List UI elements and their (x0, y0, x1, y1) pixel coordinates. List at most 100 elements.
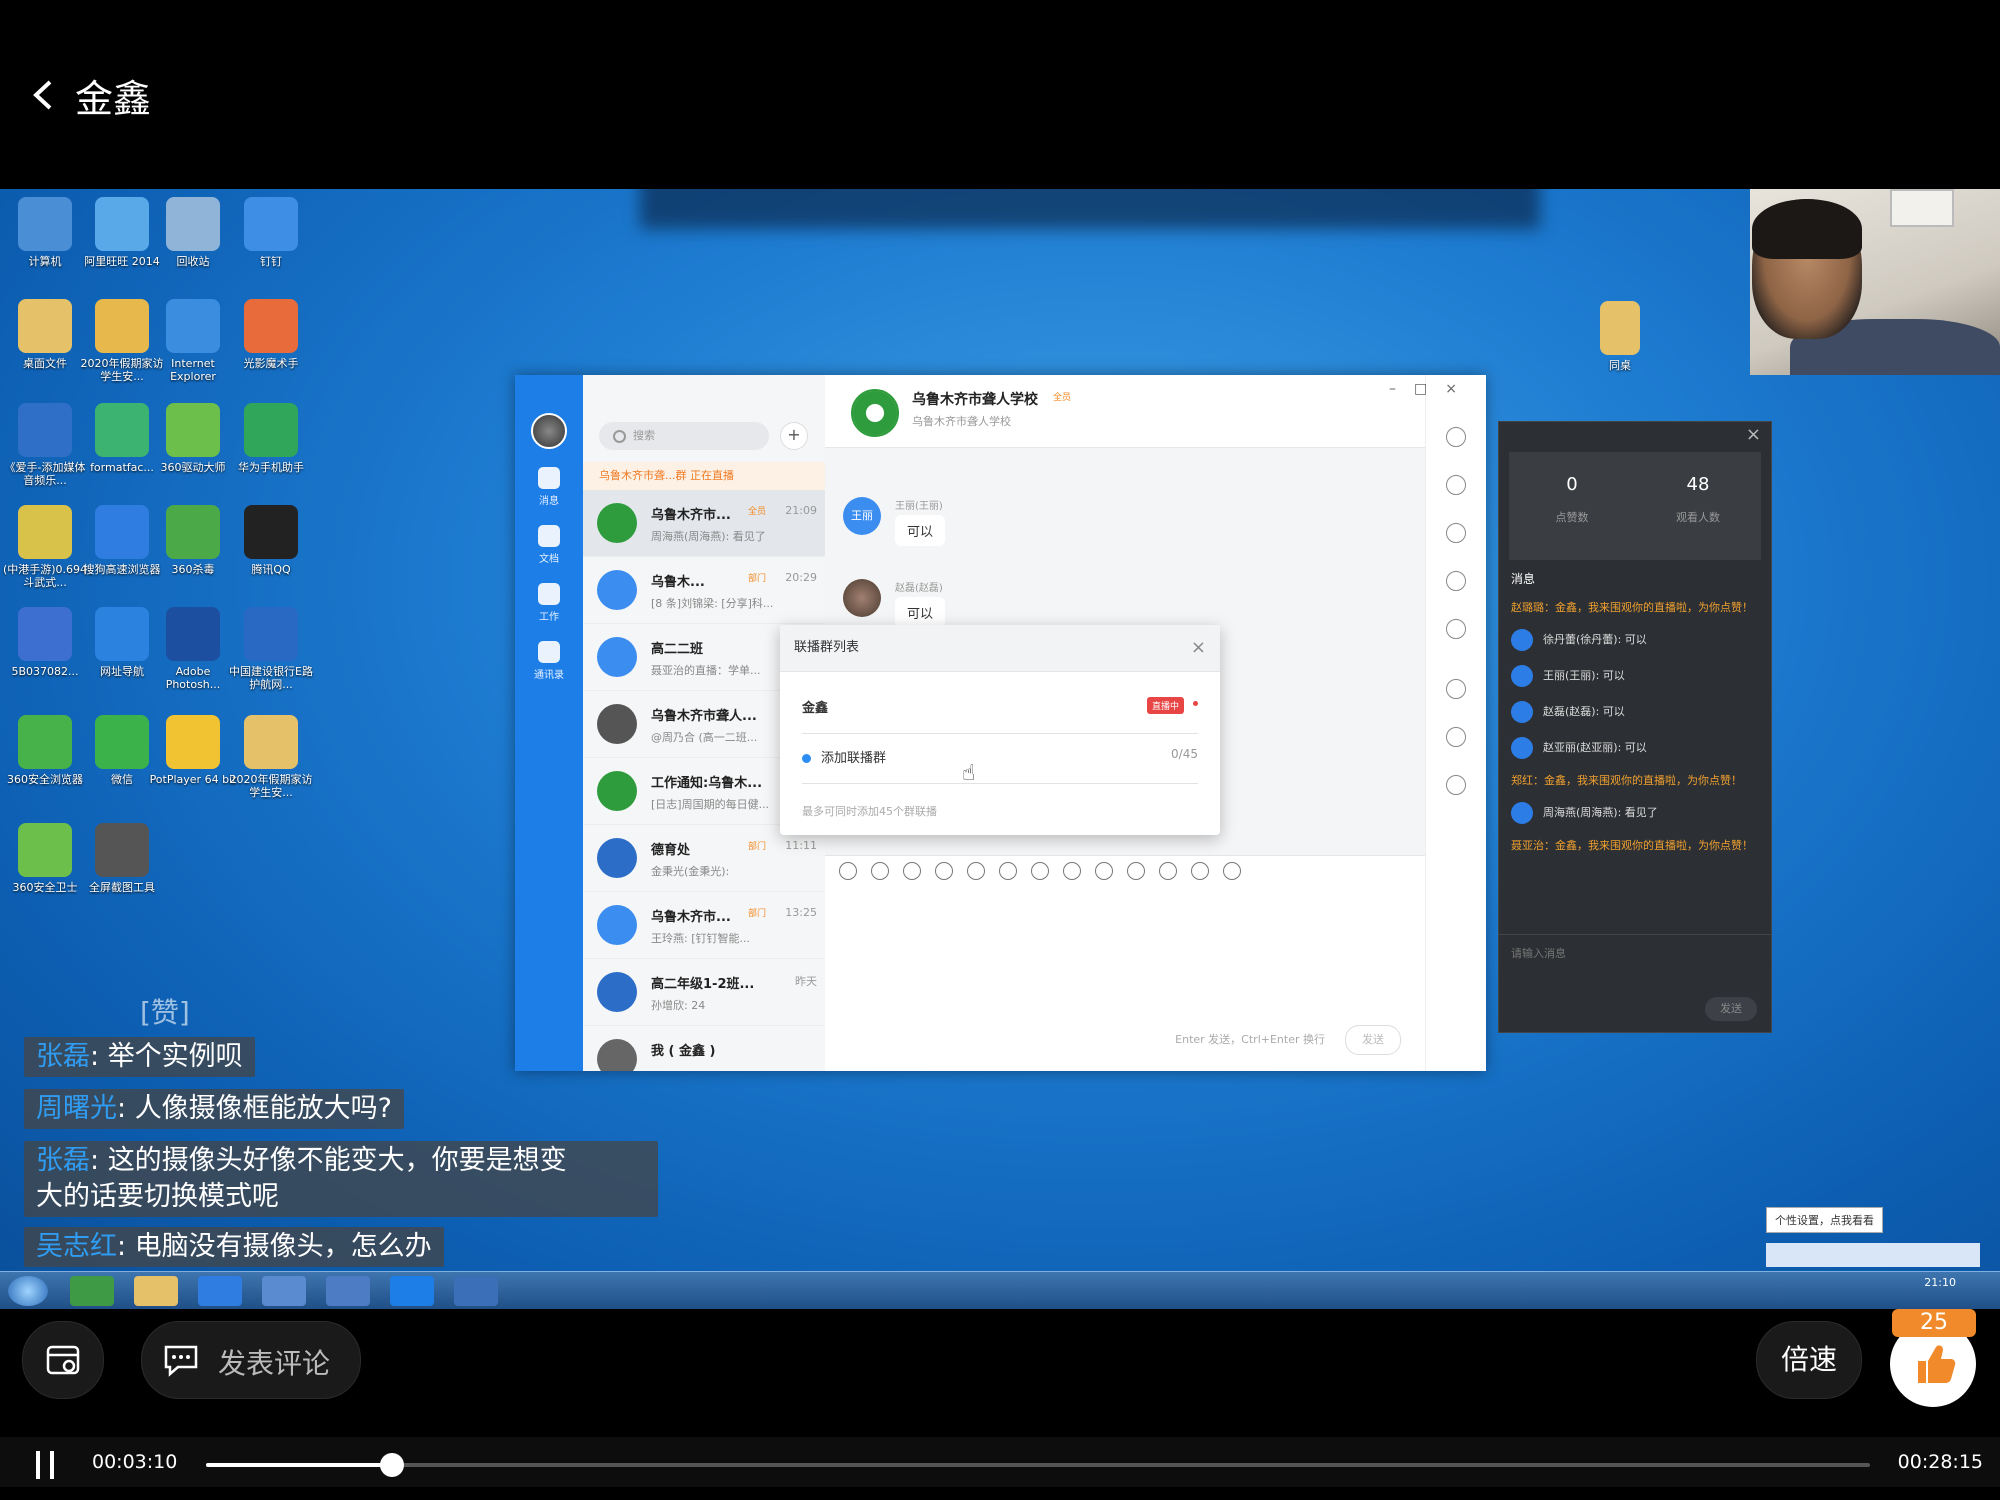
chat-toolbar (825, 855, 1425, 885)
desktop-icon[interactable]: 华为手机助手 (226, 403, 316, 474)
calendar-icon[interactable] (1446, 679, 1466, 699)
desktop-icon[interactable]: 全屏截图工具 (77, 823, 167, 894)
emoji-icon[interactable] (871, 861, 889, 880)
folder-icon[interactable] (1446, 523, 1466, 543)
robot-icon[interactable] (1446, 727, 1466, 747)
start-button[interactable] (8, 1276, 48, 1306)
folder-icon[interactable] (999, 861, 1017, 880)
desktop-icon[interactable]: 回收站 (148, 197, 238, 268)
window-controls[interactable]: –□× (1389, 381, 1475, 397)
desktop-icon[interactable]: 钉钉 (226, 197, 316, 268)
live-badge: 直播中 (1146, 697, 1184, 714)
desktop-icon[interactable]: Internet Explorer (148, 299, 238, 383)
desktop-icon[interactable]: 2020年假期家访学生安... (226, 715, 316, 799)
conversation-item[interactable]: 我 ( 金鑫 ) (583, 1026, 825, 1071)
nav-contacts[interactable]: 通讯录 (515, 641, 583, 681)
settings-icon[interactable] (1446, 775, 1466, 795)
video-player[interactable]: 计算机 阿里旺旺 2014 回收站 钉钉 桌面文件 2020年假期家访学生安... Inte… (0, 189, 2000, 1309)
notes-button[interactable] (22, 1321, 104, 1399)
progress-knob[interactable] (380, 1453, 405, 1477)
thumbs-up-icon[interactable] (903, 861, 921, 880)
conversation-item[interactable]: 乌鲁木齐市... 部门 13:25 王玲燕: [钉钉智能... (583, 892, 825, 959)
message-text: 周海燕(周海燕): 看见了 (1543, 806, 1658, 819)
avatar[interactable]: 王丽 (843, 497, 881, 535)
live-icon[interactable] (1446, 619, 1466, 639)
checkbox-icon[interactable] (1063, 861, 1081, 880)
live-message-input[interactable]: 请输入消息 发送 (1499, 934, 1771, 1033)
user-avatar[interactable] (531, 413, 567, 449)
conversation-item[interactable]: 高二年级1-2班... 昨天 孙增欣: 24 (583, 959, 825, 1026)
lightning-icon[interactable] (1095, 861, 1113, 880)
conversation-item[interactable]: 德育处 部门 11:11 金秉光(金秉光): (583, 825, 825, 892)
desktop-icon[interactable]: Adobe Photosh... (148, 607, 238, 691)
taskbar-app-icon[interactable] (262, 1276, 306, 1306)
conversation-item[interactable]: 乌鲁木齐市... 全员 21:09 周海燕(周海燕): 看见了 (583, 490, 825, 557)
progress-bar[interactable] (206, 1453, 1870, 1477)
system-clock[interactable]: 21:10 (1924, 1276, 1956, 1289)
phone-icon[interactable] (1127, 861, 1145, 880)
ime-toolbar[interactable] (1766, 1243, 1980, 1267)
app-icon (18, 403, 72, 457)
message-input[interactable]: Enter 发送，Ctrl+Enter 换行 发送 (825, 885, 1425, 1071)
message-text: 聂亚治：金鑫，我来围观你的直播啦，为你点赞！ (1511, 839, 1753, 852)
nav-messages[interactable]: 消息 (515, 467, 583, 507)
gif-icon[interactable] (839, 861, 857, 880)
desktop-icon[interactable]: PotPlayer 64 bit (148, 715, 238, 786)
live-group-row[interactable]: 金鑫 直播中 (802, 697, 1198, 734)
more-options-icon[interactable] (1446, 427, 1466, 447)
taskbar-browser-icon[interactable] (70, 1276, 114, 1306)
close-icon[interactable]: × (1191, 625, 1206, 671)
message-text: 徐丹蕾(徐丹蕾): 可以 (1543, 633, 1647, 646)
more-icon[interactable] (1223, 861, 1241, 880)
message-text: 赵亚丽(赵亚丽): 可以 (1543, 741, 1647, 754)
history-icon[interactable] (1446, 475, 1466, 495)
group-avatar[interactable] (851, 389, 899, 437)
send-button[interactable]: 发送 (1345, 1025, 1401, 1055)
hand-cursor-icon: ☝ (962, 761, 976, 786)
calendar-icon[interactable] (1031, 861, 1049, 880)
playback-speed-button[interactable]: 倍速 (1756, 1321, 1862, 1399)
desktop-icon[interactable]: 360杀毒 (148, 505, 238, 576)
conversation-time: 21:09 (785, 504, 817, 517)
taskbar-app-icon[interactable] (454, 1276, 498, 1306)
desktop-icon-folder-right[interactable]: 同桌 (1575, 301, 1665, 372)
taskbar-folder-icon[interactable] (134, 1276, 178, 1306)
add-button[interactable]: + (780, 422, 808, 450)
comment-label: 发表评论 (218, 1347, 331, 1380)
conversation-item[interactable]: 乌鲁木... 部门 20:29 [8 条]刘锦梁: [分享]科... (583, 557, 825, 624)
send-button[interactable]: 发送 (1705, 997, 1757, 1021)
taskbar-dingtalk-icon[interactable] (390, 1276, 434, 1306)
conversation-preview: 金秉光(金秉光): (651, 865, 730, 878)
mail-icon[interactable] (1191, 861, 1209, 880)
app-icon (244, 607, 298, 661)
briefcase-icon[interactable] (1159, 861, 1177, 880)
post-comment-button[interactable]: 发表评论 (141, 1321, 361, 1399)
message-bubble[interactable]: 可以 (895, 597, 946, 628)
desktop-icon[interactable]: 腾讯QQ (226, 505, 316, 576)
desktop-icon[interactable]: 中国建设银行E路护航网... (226, 607, 316, 691)
avatar (1511, 701, 1533, 723)
conversation-time: 11:11 (785, 839, 817, 852)
nav-work[interactable]: 工作 (515, 583, 583, 623)
pause-button[interactable] (30, 1447, 60, 1483)
taskbar-sogou-icon[interactable] (198, 1276, 242, 1306)
desktop-icon[interactable]: 光影魔术手 (226, 299, 316, 370)
add-simulcast-row[interactable]: 添加联播群 0/45 (802, 747, 1198, 784)
live-banner[interactable]: 乌鲁木齐市聋...群 正在直播 (583, 462, 825, 490)
close-icon[interactable]: × (1746, 424, 1761, 445)
taskbar-app-icon[interactable] (326, 1276, 370, 1306)
scissors-icon[interactable] (935, 861, 953, 880)
group-subtitle: 乌鲁木齐市聋人学校 (912, 415, 1011, 428)
search-input[interactable]: 搜索 (599, 422, 769, 450)
nav-docs[interactable]: 文档 (515, 525, 583, 565)
desktop-icon[interactable]: 360驱动大师 (148, 403, 238, 474)
announcement-icon[interactable] (1446, 571, 1466, 591)
desktop-icon-label: PotPlayer 64 bit (149, 773, 237, 786)
dialog-header: 联播群列表 × (780, 625, 1220, 672)
at-icon[interactable] (967, 861, 985, 880)
message-bubble[interactable]: 可以 (895, 515, 946, 546)
comment-bubble: 张磊: 举个实例呗 (24, 1037, 255, 1077)
webcam-overlay[interactable] (1750, 189, 2000, 375)
back-button[interactable] (22, 70, 62, 120)
avatar[interactable] (843, 579, 881, 617)
